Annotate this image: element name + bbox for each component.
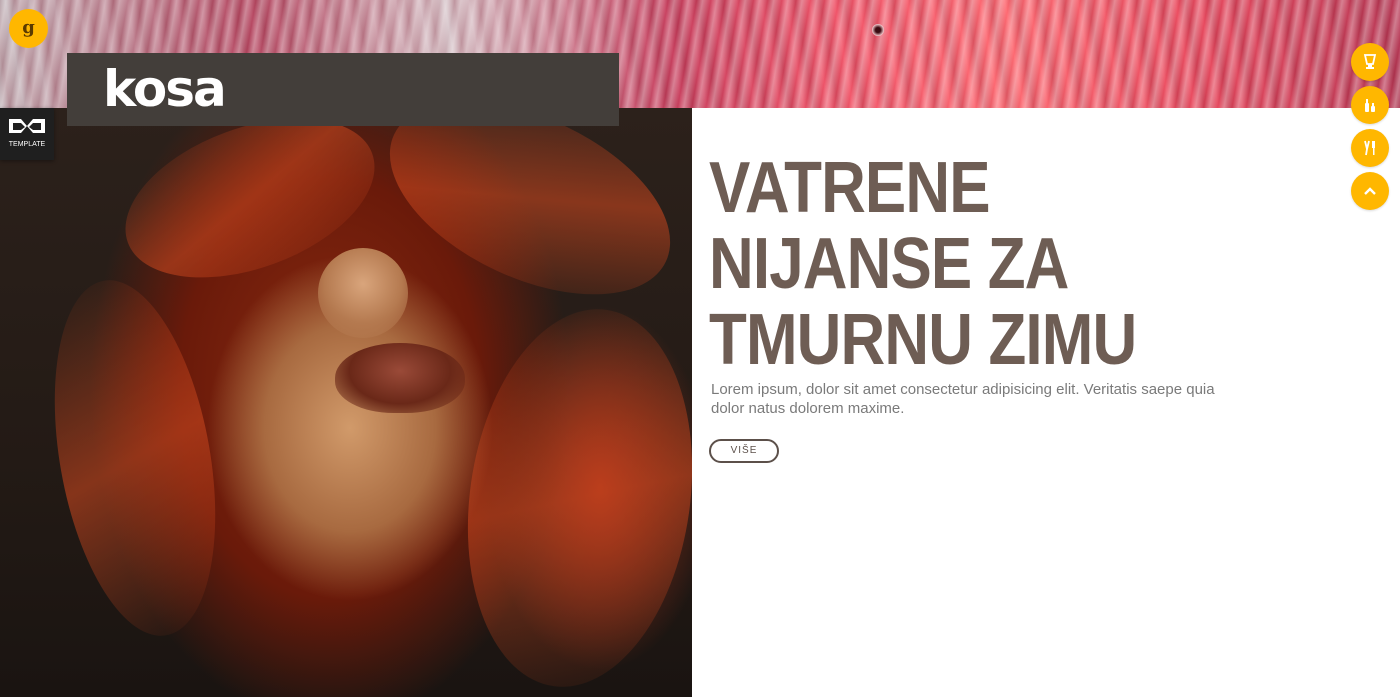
banner-detail [872, 24, 884, 36]
more-button[interactable]: VIŠE [709, 439, 779, 463]
tools-button[interactable] [1351, 129, 1389, 167]
hair-strand [29, 267, 241, 649]
chevron-up-icon [1364, 187, 1376, 195]
cup-button[interactable] [1351, 43, 1389, 81]
site-badge[interactable]: g [9, 9, 48, 48]
header-bar: kosa [67, 53, 619, 126]
headline-line: NIJANSE ZA [709, 224, 1069, 304]
face-nose [318, 248, 408, 338]
face-lips [335, 343, 465, 413]
cup-icon [1363, 54, 1377, 69]
tools-icon [1364, 140, 1375, 156]
scroll-top-button[interactable] [1351, 172, 1389, 210]
hair-strand [444, 294, 692, 697]
hero-intro-text: Lorem ipsum, dolor sit amet consectetur … [711, 381, 1215, 417]
bottles-icon [1365, 99, 1375, 112]
headline-line: VATRENE [709, 148, 991, 228]
hero-photo [0, 108, 692, 697]
hair-strand [360, 108, 692, 334]
template-tab-label: TEMPLATE [8, 141, 46, 148]
template-tab[interactable]: TEMPLATE [0, 108, 54, 160]
bottles-button[interactable] [1351, 86, 1389, 124]
site-logo[interactable]: kosa [103, 59, 227, 119]
m-logo-icon [9, 119, 45, 133]
hero-headline: VATRENE NIJANSE ZA TMURNU ZIMU [709, 150, 1191, 378]
headline-line: TMURNU ZIMU [709, 300, 1137, 380]
